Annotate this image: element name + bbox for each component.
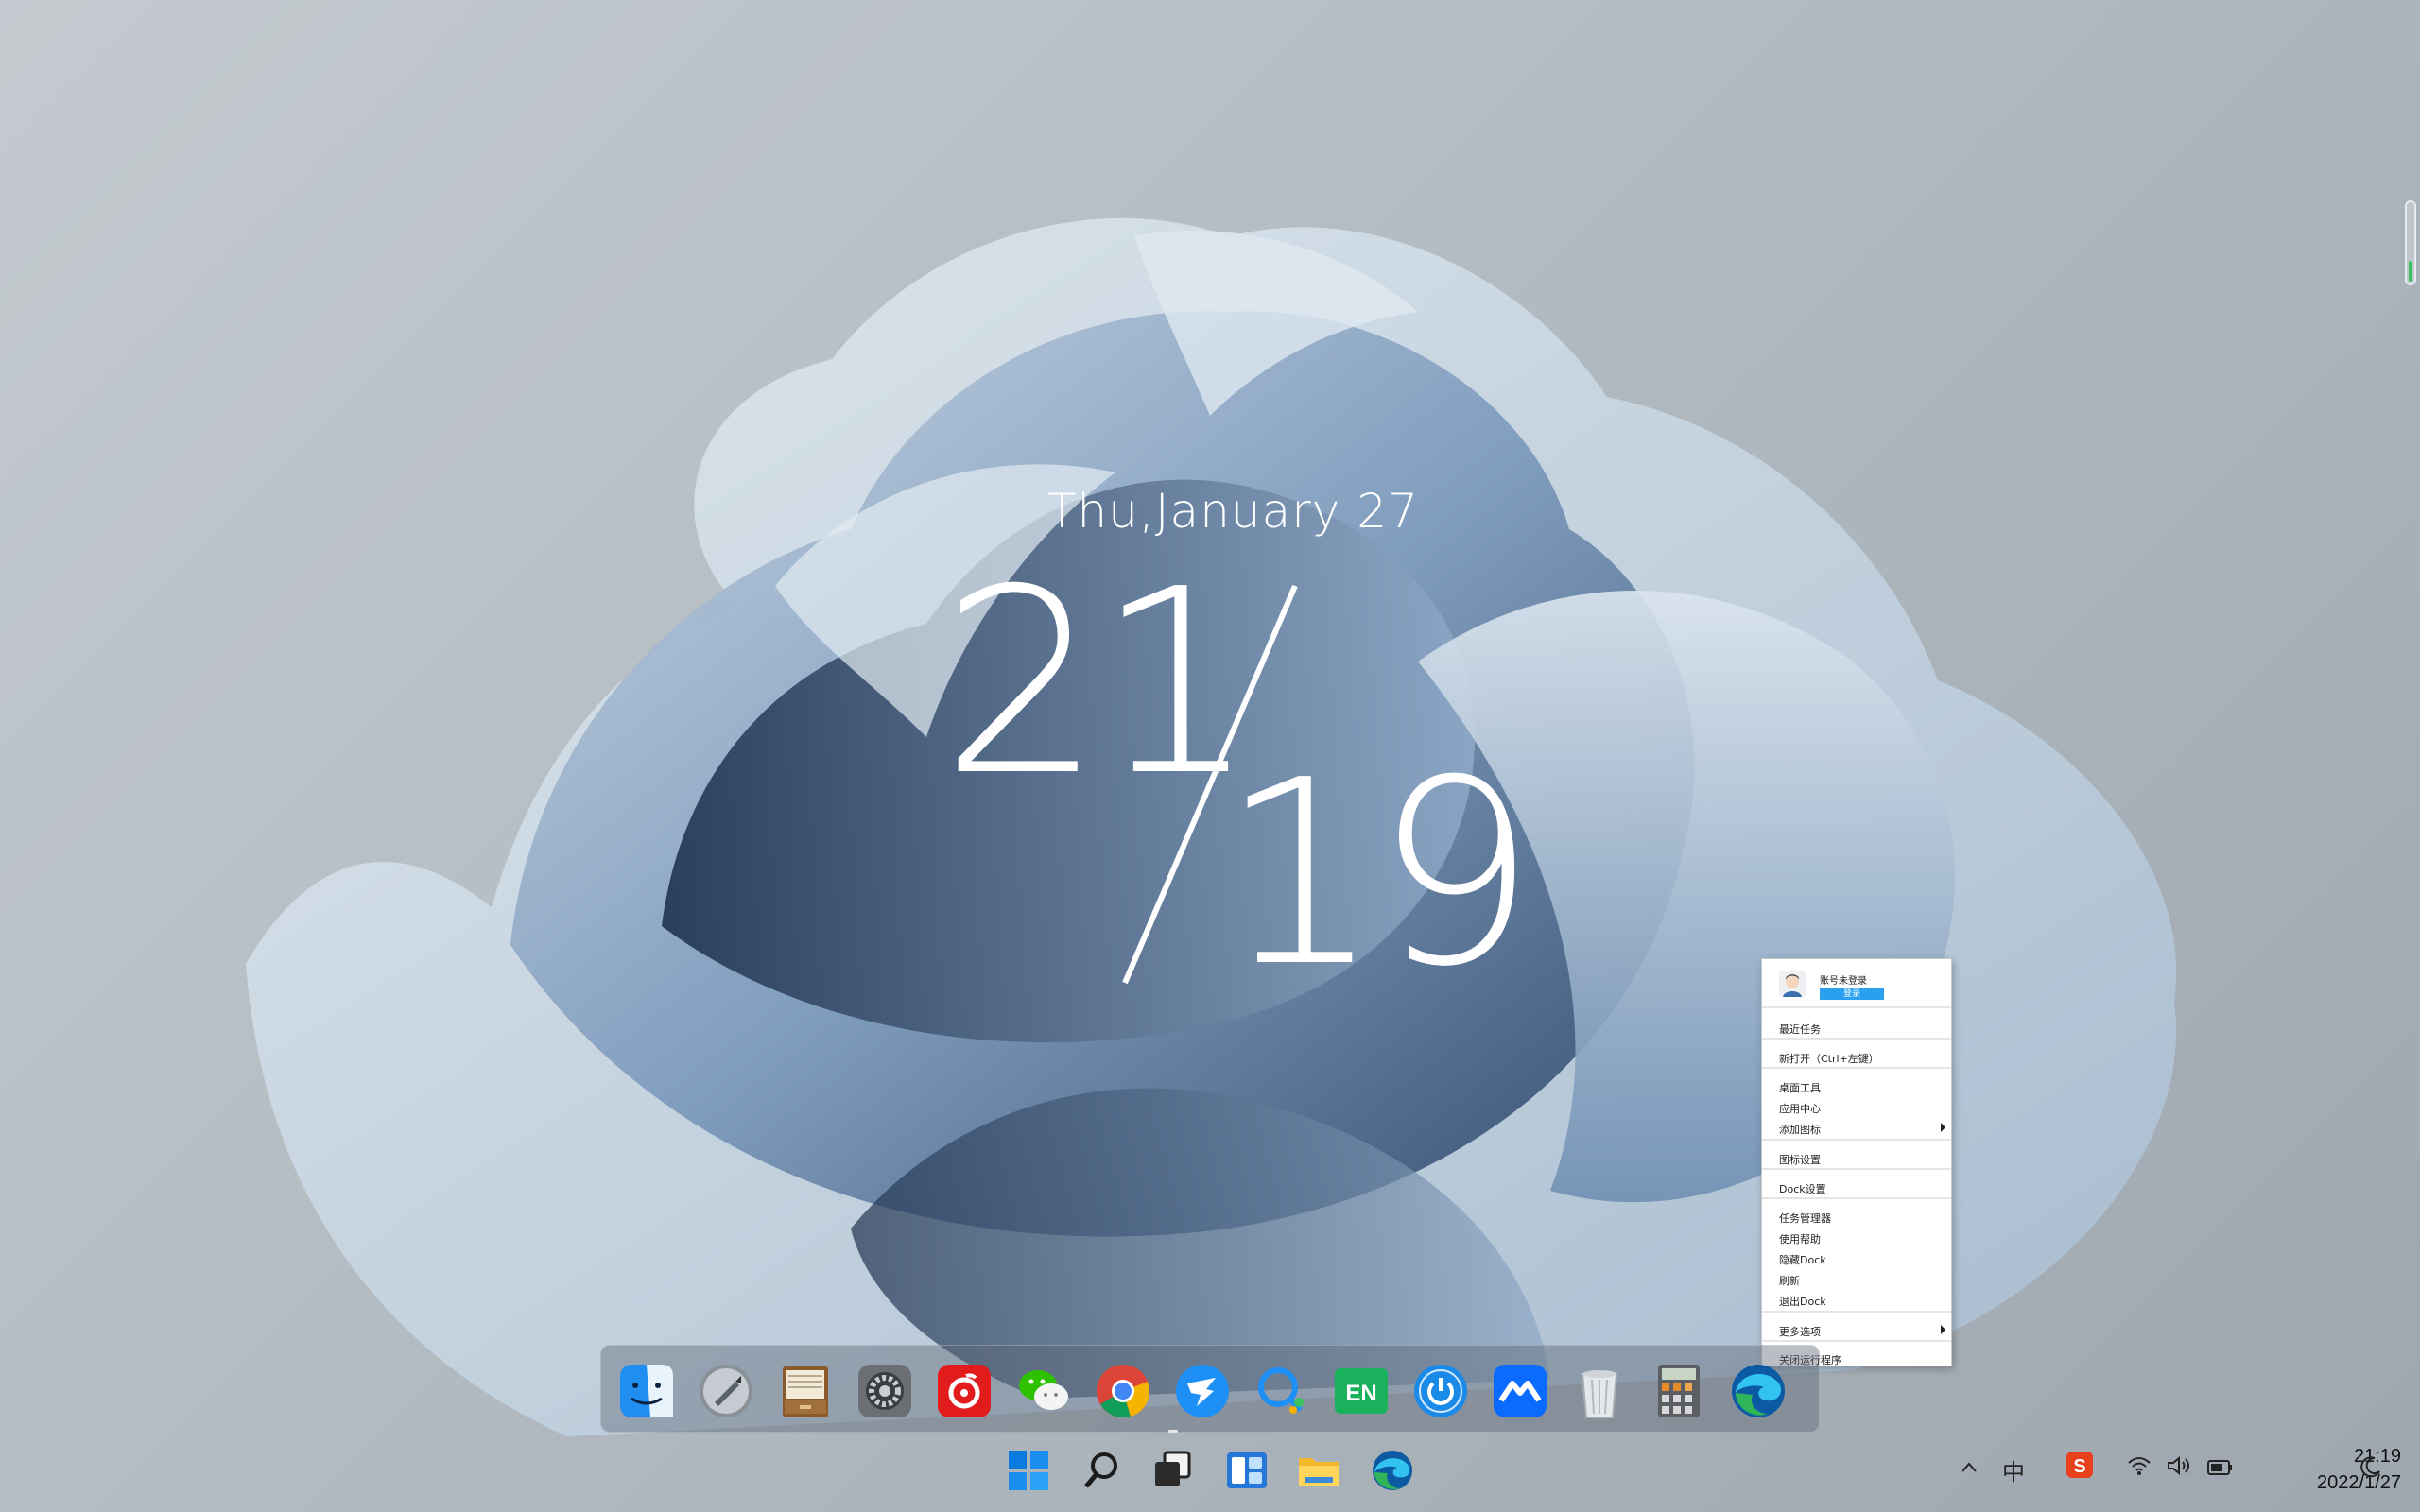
menu-item-new-open[interactable]: 新打开（Ctrl+左键） (1779, 1051, 1879, 1066)
menu-separator (1762, 1139, 1951, 1141)
menu-separator (1762, 1311, 1951, 1313)
scroll-fill (2409, 261, 2412, 282)
power-icon[interactable] (1410, 1361, 1471, 1421)
menu-item-desktop-tools[interactable]: 桌面工具 (1779, 1080, 1821, 1095)
submenu-arrow-icon (1941, 1325, 1945, 1334)
menu-item-more-options[interactable]: 更多选项 (1779, 1324, 1821, 1339)
menu-item-app-center[interactable]: 应用中心 (1779, 1101, 1821, 1116)
edge-icon[interactable] (1369, 1447, 1416, 1494)
menu-separator (1762, 1006, 1951, 1008)
dock-bar: EN (600, 1345, 1820, 1433)
en-translator-icon[interactable]: EN (1331, 1361, 1392, 1421)
clock-date: Thu,January 27 (1047, 484, 1419, 539)
account-name: 账号未登录 (1820, 976, 1867, 987)
menu-separator (1762, 1067, 1951, 1069)
task-view-icon[interactable] (1150, 1447, 1197, 1494)
trash-icon[interactable] (1569, 1361, 1630, 1421)
menu-item-icon-settings[interactable]: 图标设置 (1779, 1152, 1821, 1167)
start-icon[interactable] (1005, 1447, 1052, 1494)
dock-context-menu: 账号未登录 登录 最近任务 新打开（Ctrl+左键） 桌面工具 应用中心 添加图… (1761, 958, 1952, 1366)
chrome-icon[interactable] (1093, 1361, 1153, 1421)
menu-separator (1762, 1197, 1951, 1199)
wechat-icon[interactable] (1013, 1361, 1074, 1421)
menu-item-add-icon[interactable]: 添加图标 (1779, 1122, 1821, 1137)
sogou-input-icon[interactable]: S (2065, 1450, 2095, 1486)
user-avatar-icon (1779, 971, 1806, 997)
file-explorer-icon[interactable] (1295, 1447, 1342, 1494)
menu-separator (1762, 1168, 1951, 1170)
calculator-icon[interactable] (1649, 1361, 1709, 1421)
avatar (1779, 971, 1806, 997)
netease-music-icon[interactable] (934, 1361, 994, 1421)
side-scroll-indicator[interactable] (2405, 200, 2416, 285)
menu-item-help[interactable]: 使用帮助 (1779, 1231, 1821, 1246)
login-button[interactable]: 登录 (1820, 988, 1884, 1000)
widgets-icon[interactable] (1223, 1447, 1270, 1494)
chevron-up-icon[interactable] (1959, 1457, 1979, 1485)
menu-item-exit-dock[interactable]: 退出Dock (1779, 1294, 1826, 1309)
svg-text:S: S (2073, 1456, 2085, 1477)
account-section[interactable]: 账号未登录 登录 (1762, 959, 1951, 1003)
launchpad-icon[interactable] (696, 1361, 756, 1421)
moon-icon[interactable] (2360, 1455, 2382, 1485)
finder-icon[interactable] (616, 1361, 677, 1421)
file-drawer-icon[interactable] (775, 1361, 836, 1421)
menu-item-task-manager[interactable]: 任务管理器 (1779, 1211, 1831, 1226)
clock-minute: 19 (1219, 725, 1537, 1022)
system-settings-icon[interactable] (855, 1361, 915, 1421)
menu-item-refresh[interactable]: 刷新 (1779, 1273, 1800, 1288)
menu-separator (1762, 1340, 1951, 1342)
menu-item-dock-settings[interactable]: Dock设置 (1779, 1181, 1826, 1196)
menu-item-hide-dock[interactable]: 隐藏Dock (1779, 1252, 1826, 1267)
dingtalk-icon[interactable] (1172, 1361, 1233, 1421)
menu-item-recent-tasks[interactable]: 最近任务 (1779, 1022, 1821, 1037)
search-icon[interactable] (1078, 1447, 1125, 1494)
edge-icon[interactable] (1728, 1361, 1789, 1421)
submenu-arrow-icon (1941, 1123, 1945, 1132)
battery-icon[interactable] (2206, 1457, 2235, 1484)
wifi-icon[interactable] (2127, 1455, 2152, 1483)
taskbar-time[interactable]: 21:19 (2288, 1446, 2401, 1468)
search-app-icon[interactable] (1252, 1361, 1312, 1421)
svg-text:EN: EN (1345, 1381, 1376, 1406)
taskbar (0, 1429, 2420, 1512)
input-method-indicator[interactable]: 中 (2002, 1453, 2025, 1486)
menu-separator (1762, 1038, 1951, 1040)
tencent-meeting-icon[interactable] (1490, 1361, 1550, 1421)
volume-icon[interactable] (2167, 1455, 2193, 1483)
